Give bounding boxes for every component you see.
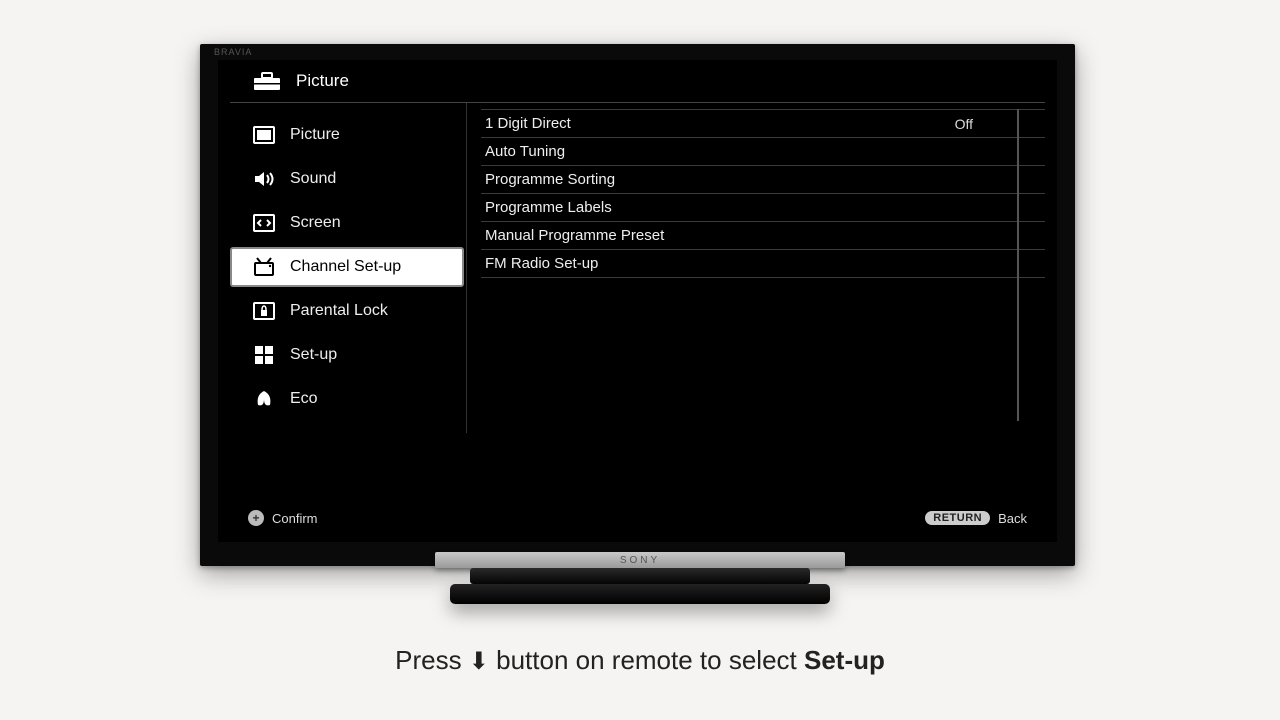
sidebar-item-setup[interactable]: Set-up bbox=[230, 335, 464, 375]
settings-sidebar: Picture Sound Screen bbox=[230, 103, 467, 433]
screen-icon bbox=[252, 211, 276, 235]
setup-icon bbox=[252, 343, 276, 367]
caption-prefix: Press bbox=[395, 645, 469, 675]
instruction-caption: Press ⬇ button on remote to select Set-u… bbox=[0, 645, 1280, 676]
option-label: FM Radio Set-up bbox=[485, 255, 598, 272]
scrollbar-rail[interactable] bbox=[1017, 109, 1019, 421]
sidebar-item-sound[interactable]: Sound bbox=[230, 159, 464, 199]
sidebar-item-label: Parental Lock bbox=[290, 302, 388, 320]
channel-icon bbox=[252, 255, 276, 279]
sidebar-item-label: Picture bbox=[290, 126, 340, 144]
sidebar-item-label: Sound bbox=[290, 170, 336, 188]
option-label: 1 Digit Direct bbox=[485, 115, 571, 132]
return-icon: RETURN bbox=[925, 511, 990, 525]
option-1-digit-direct[interactable]: 1 Digit Direct Off bbox=[481, 109, 1045, 138]
sidebar-item-picture[interactable]: Picture bbox=[230, 115, 464, 155]
back-label: Back bbox=[998, 511, 1027, 526]
option-programme-labels[interactable]: Programme Labels bbox=[481, 194, 1045, 222]
option-label: Programme Sorting bbox=[485, 171, 615, 188]
option-label: Programme Labels bbox=[485, 199, 612, 216]
option-label: Auto Tuning bbox=[485, 143, 565, 160]
tv-screen-ui: Picture Picture Sound bbox=[218, 60, 1057, 542]
sidebar-item-screen[interactable]: Screen bbox=[230, 203, 464, 243]
sound-icon bbox=[252, 167, 276, 191]
confirm-label: Confirm bbox=[272, 511, 318, 526]
sidebar-item-eco[interactable]: Eco bbox=[230, 379, 464, 419]
confirm-hint: + Confirm bbox=[248, 510, 318, 526]
sidebar-item-label: Channel Set-up bbox=[290, 258, 401, 276]
down-arrow-icon: ⬇ bbox=[469, 650, 489, 674]
option-auto-tuning[interactable]: Auto Tuning bbox=[481, 138, 1045, 166]
sidebar-item-label: Eco bbox=[290, 390, 318, 408]
settings-body: Picture Sound Screen bbox=[230, 103, 1045, 433]
back-hint: RETURN Back bbox=[925, 511, 1027, 526]
settings-header: Picture bbox=[230, 60, 1045, 103]
settings-header-title: Picture bbox=[296, 71, 349, 91]
tv-stand-neck bbox=[470, 568, 810, 584]
sidebar-item-label: Screen bbox=[290, 214, 341, 232]
settings-footer: + Confirm RETURN Back bbox=[248, 510, 1027, 526]
tv-logo-bar: SONY bbox=[435, 552, 845, 568]
caption-middle: button on remote to select bbox=[489, 645, 804, 675]
tv-stand-base bbox=[450, 584, 830, 604]
sidebar-item-parental-lock[interactable]: Parental Lock bbox=[230, 291, 464, 331]
eco-icon bbox=[252, 387, 276, 411]
option-label: Manual Programme Preset bbox=[485, 227, 664, 244]
dpad-center-icon: + bbox=[248, 510, 264, 526]
lock-icon bbox=[252, 299, 276, 323]
toolbox-icon bbox=[252, 70, 282, 92]
picture-icon bbox=[252, 123, 276, 147]
option-fm-radio-setup[interactable]: FM Radio Set-up bbox=[481, 250, 1045, 278]
option-value: Off bbox=[955, 116, 1037, 132]
tv-frame: BRAVIA Picture Picture bbox=[200, 44, 1075, 566]
sidebar-item-channel-setup[interactable]: Channel Set-up bbox=[230, 247, 464, 287]
option-manual-programme-preset[interactable]: Manual Programme Preset bbox=[481, 222, 1045, 250]
caption-bold: Set-up bbox=[804, 645, 885, 675]
tv-brand-label: BRAVIA bbox=[214, 47, 252, 57]
settings-options-pane: 1 Digit Direct Off Auto Tuning Programme… bbox=[467, 103, 1045, 433]
sidebar-item-label: Set-up bbox=[290, 346, 337, 364]
option-programme-sorting[interactable]: Programme Sorting bbox=[481, 166, 1045, 194]
